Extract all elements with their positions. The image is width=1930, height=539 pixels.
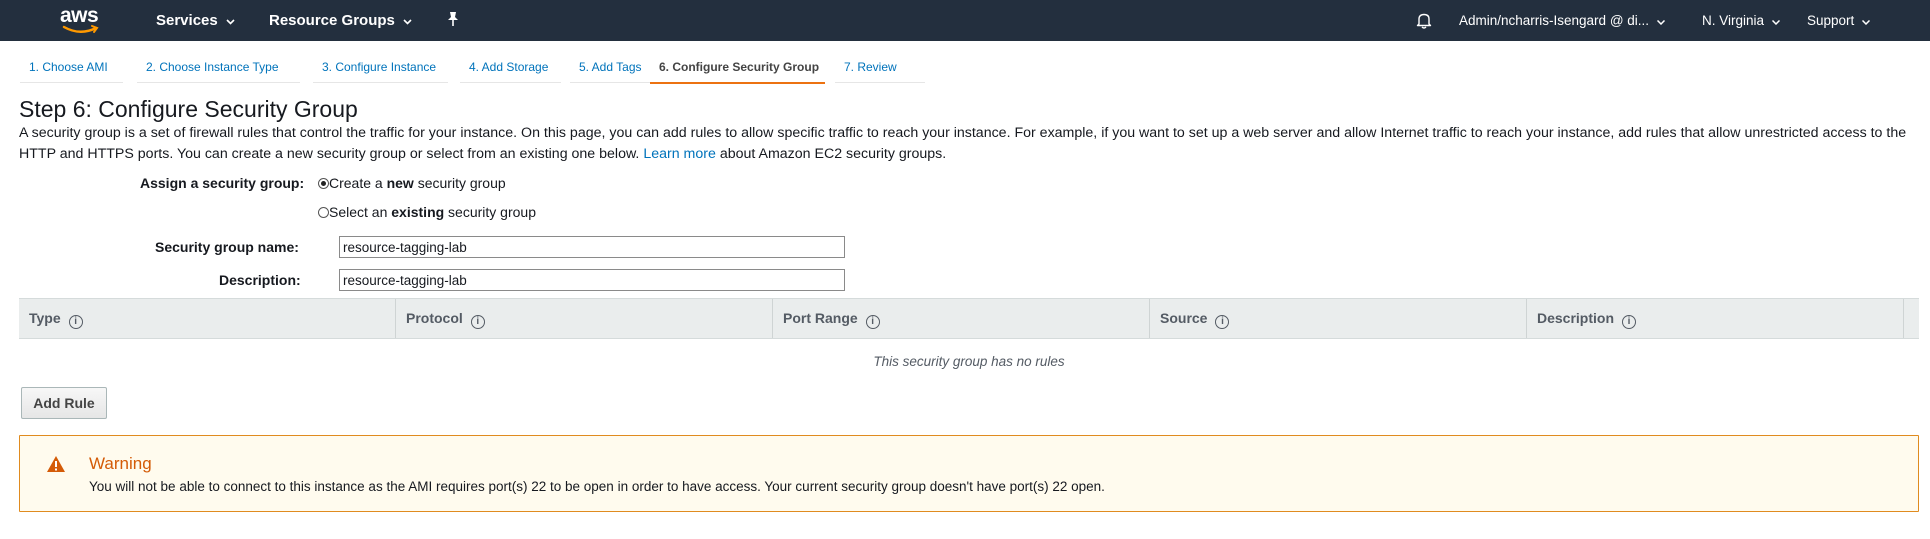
add-rule-button[interactable]: Add Rule <box>21 387 107 419</box>
tab-label: 1. Choose AMI <box>29 60 108 74</box>
page-title: Step 6: Configure Security Group <box>19 96 358 122</box>
info-icon[interactable]: i <box>470 315 485 329</box>
chevron-down-icon <box>226 0 235 41</box>
chevron-down-icon <box>1772 0 1781 41</box>
info-icon[interactable]: i <box>1622 315 1637 329</box>
assign-security-group-label: Assign a security group: <box>140 175 305 191</box>
option-bold-text: existing <box>391 204 445 220</box>
tab-label: 4. Add Storage <box>469 60 549 74</box>
tab-choose-instance-type[interactable]: 2. Choose Instance Type <box>137 57 300 83</box>
region-menu[interactable]: N. Virginia <box>1702 0 1781 41</box>
radio-button-selected[interactable] <box>318 178 329 189</box>
info-icon[interactable]: i <box>865 315 880 329</box>
tab-label: 5. Add Tags <box>579 60 642 74</box>
option-text: security group <box>413 175 506 191</box>
support-menu[interactable]: Support <box>1807 0 1871 41</box>
radio-select-existing-group[interactable]: Select an existing security group <box>318 204 536 220</box>
intro-paragraph: A security group is a set of firewall ru… <box>19 123 1919 165</box>
services-menu[interactable]: Services <box>156 0 235 41</box>
option-bold-text: new <box>386 175 414 191</box>
tab-label: 3. Configure Instance <box>322 60 437 74</box>
support-label: Support <box>1807 13 1855 28</box>
aws-logo[interactable]: aws <box>60 4 104 36</box>
warning-alert: Warning You will not be able to connect … <box>19 435 1919 512</box>
column-source: Source i <box>1150 299 1527 338</box>
column-type: Type i <box>19 299 396 338</box>
chevron-down-icon <box>1657 0 1666 41</box>
info-icon[interactable]: i <box>68 315 83 329</box>
security-group-name-input[interactable] <box>339 236 845 258</box>
pin-button[interactable] <box>446 0 460 41</box>
description-label: Description: <box>219 272 301 288</box>
tab-label: 2. Choose Instance Type <box>146 60 279 74</box>
pin-icon <box>448 12 458 26</box>
column-label: Source <box>1160 310 1208 326</box>
option-text: Create a <box>329 175 387 191</box>
tab-add-tags[interactable]: 5. Add Tags <box>570 57 654 83</box>
info-icon[interactable]: i <box>1215 315 1230 329</box>
learn-more-link[interactable]: Learn more <box>643 146 716 162</box>
warning-icon <box>47 456 65 472</box>
column-description: Description i <box>1527 299 1904 338</box>
column-port-range: Port Range i <box>773 299 1150 338</box>
column-label: Description <box>1537 310 1615 326</box>
empty-rules-message: This security group has no rules <box>873 354 1065 369</box>
bell-icon[interactable] <box>1416 12 1432 29</box>
radio-button[interactable] <box>318 207 329 218</box>
column-label: Type <box>29 310 61 326</box>
tab-configure-instance[interactable]: 3. Configure Instance <box>313 57 448 83</box>
radio-create-new-group[interactable]: Create a new security group <box>318 175 506 191</box>
resource-groups-label: Resource Groups <box>269 12 395 29</box>
intro-suffix: about Amazon EC2 security groups. <box>719 146 947 162</box>
tab-add-storage[interactable]: 4. Add Storage <box>460 57 561 83</box>
tab-review[interactable]: 7. Review <box>835 57 925 83</box>
chevron-down-icon <box>403 0 412 41</box>
account-label: Admin/ncharris-Isengard @ di... <box>1459 13 1650 28</box>
option-text: security group <box>444 204 536 220</box>
column-label: Protocol <box>406 310 463 326</box>
warning-message: You will not be able to connect to this … <box>89 479 1105 494</box>
tab-label: 6. Configure Security Group <box>659 60 820 74</box>
option-text: Select an <box>329 204 392 220</box>
aws-smile-icon <box>62 25 99 33</box>
region-label: N. Virginia <box>1702 13 1765 28</box>
rules-table-header: Type i Protocol i Port Range i Source i Desc… <box>19 298 1919 339</box>
account-menu[interactable]: Admin/ncharris-Isengard @ di... <box>1459 0 1666 41</box>
description-input[interactable] <box>339 269 845 291</box>
services-label: Services <box>156 12 218 29</box>
warning-title: Warning <box>89 454 152 473</box>
tab-choose-ami[interactable]: 1. Choose AMI <box>20 57 123 83</box>
top-navigation-bar: aws Services Resource Groups Admin/nchar… <box>0 0 1930 41</box>
chevron-down-icon <box>1862 0 1871 41</box>
column-label: Port Range <box>783 310 858 326</box>
tab-configure-security-group[interactable]: 6. Configure Security Group <box>650 57 825 84</box>
resource-groups-menu[interactable]: Resource Groups <box>269 0 412 41</box>
column-protocol: Protocol i <box>396 299 773 338</box>
security-group-name-label: Security group name: <box>155 239 299 255</box>
tab-label: 7. Review <box>844 60 897 74</box>
intro-text: A security group is a set of firewall ru… <box>19 125 1907 162</box>
